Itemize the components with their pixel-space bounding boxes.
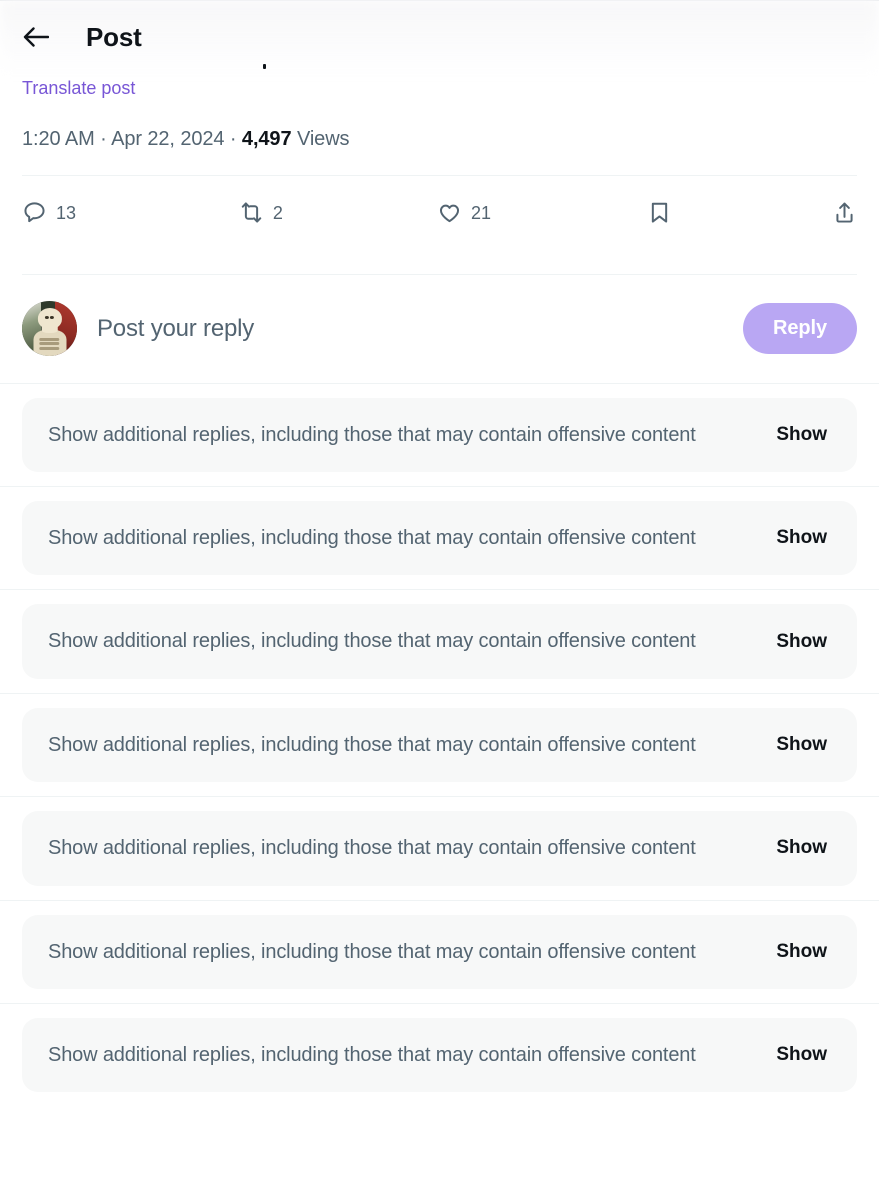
app-header: Post — [0, 0, 879, 74]
offensive-card-text: Show additional replies, including those… — [48, 733, 696, 756]
list-item: Show additional replies, including those… — [0, 485, 879, 589]
post-timestamp-row: 1:20 AM · Apr 22, 2024 · 4,497 Views — [22, 127, 857, 151]
list-item: Show additional replies, including those… — [0, 796, 879, 899]
post-time: 1:20 AM — [22, 127, 95, 150]
offensive-content-card[interactable]: Show additional replies, including those… — [22, 707, 857, 783]
truncated-text-artifact — [263, 64, 266, 69]
offensive-card-text: Show additional replies, including those… — [48, 837, 696, 860]
bookmark-action[interactable] — [647, 200, 672, 225]
list-item: Show additional replies, including those… — [0, 589, 879, 692]
repost-count: 2 — [272, 202, 283, 223]
reply-composer: Post your reply Reply — [0, 275, 879, 383]
like-action[interactable]: 21 — [437, 200, 491, 225]
engagement-bar: 13 2 21 — [0, 176, 879, 250]
meta-separator-1: · — [100, 127, 107, 150]
offensive-card-text: Show additional replies, including those… — [48, 423, 696, 446]
offensive-content-card[interactable]: Show additional replies, including those… — [22, 811, 857, 886]
reply-count: 13 — [56, 202, 77, 223]
offensive-card-text: Show additional replies, including those… — [48, 526, 696, 549]
offensive-content-card[interactable]: Show additional replies, including those… — [22, 604, 857, 679]
back-button[interactable] — [16, 17, 56, 57]
show-button[interactable]: Show — [776, 837, 831, 859]
share-icon — [832, 200, 857, 225]
reply-input[interactable]: Post your reply — [97, 315, 723, 343]
avatar[interactable] — [22, 301, 77, 357]
reply-button[interactable]: Reply — [743, 303, 857, 355]
offensive-card-text: Show additional replies, including those… — [48, 630, 696, 653]
arrow-left-icon — [23, 26, 49, 48]
translate-post-link[interactable]: Translate post — [22, 78, 135, 100]
show-button[interactable]: Show — [776, 734, 831, 756]
show-button[interactable]: Show — [776, 631, 831, 653]
offensive-card-text: Show additional replies, including those… — [48, 1043, 696, 1066]
offensive-content-card[interactable]: Show additional replies, including those… — [22, 914, 857, 989]
page-title: Post — [86, 21, 142, 52]
show-button[interactable]: Show — [776, 424, 831, 446]
offensive-card-text: Show additional replies, including those… — [48, 940, 696, 963]
list-item: Show additional replies, including those… — [0, 899, 879, 1003]
post-date: Apr 22, 2024 — [111, 127, 225, 150]
views-count: 4,497 — [241, 127, 292, 150]
offensive-replies-list: Show additional replies, including those… — [0, 382, 879, 1107]
show-button[interactable]: Show — [776, 941, 831, 963]
bookmark-icon — [647, 200, 672, 225]
meta-separator-2: · — [229, 127, 237, 150]
repost-icon — [239, 200, 264, 225]
avatar-skeleton-body — [33, 329, 66, 357]
share-action[interactable] — [832, 200, 857, 225]
offensive-content-card[interactable]: Show additional replies, including those… — [22, 1017, 857, 1093]
offensive-content-card[interactable]: Show additional replies, including those… — [22, 397, 857, 472]
views-label: Views — [296, 127, 350, 150]
list-item: Show additional replies, including those… — [0, 382, 879, 486]
reply-action[interactable]: 13 — [22, 200, 76, 225]
heart-icon — [437, 200, 462, 225]
comment-icon — [22, 200, 47, 225]
repost-action[interactable]: 2 — [239, 200, 283, 225]
list-item: Show additional replies, including those… — [0, 692, 879, 796]
offensive-content-card[interactable]: Show additional replies, including those… — [22, 500, 857, 576]
avatar-skull-jaw — [41, 326, 58, 333]
like-count: 21 — [470, 202, 492, 223]
list-item: Show additional replies, including those… — [0, 1002, 879, 1106]
post-detail-screen: Post Translate post 1:20 AM · Apr 22, 20… — [0, 0, 879, 1200]
show-button[interactable]: Show — [776, 1044, 831, 1066]
post-meta: Translate post 1:20 AM · Apr 22, 2024 · … — [0, 64, 879, 151]
show-button[interactable]: Show — [776, 527, 831, 549]
